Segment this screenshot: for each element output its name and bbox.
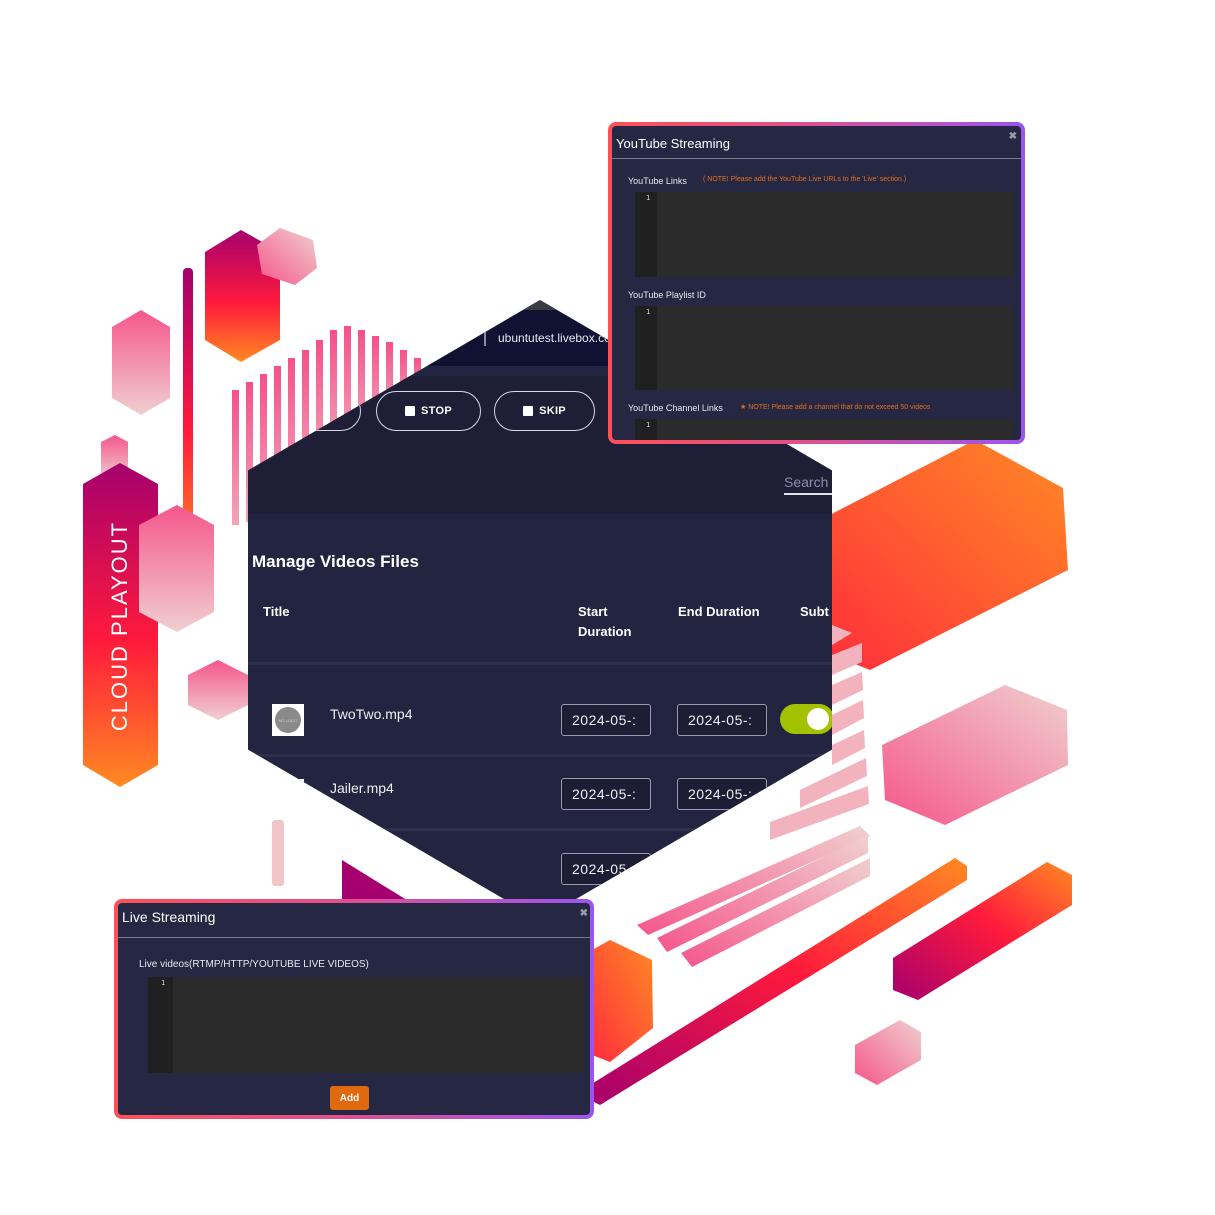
hexagon-shape: [592, 940, 653, 1062]
hexagon-shape: [882, 685, 1068, 825]
skip-button[interactable]: SKIP: [494, 391, 595, 431]
youtube-streaming-modal: YouTube Streaming ✖ YouTube Links ( NOTE…: [608, 122, 1025, 444]
add-button[interactable]: Add: [330, 1086, 369, 1110]
modal-divider: [118, 937, 590, 938]
close-icon[interactable]: ✖: [1009, 131, 1017, 142]
youtube-channel-note: ★ NOTE! Please add a channel that do not…: [740, 403, 930, 411]
section-title: Manage Videos Files: [252, 552, 419, 571]
youtube-links-note: ( NOTE! Please add the YouTube Live URLs…: [703, 176, 907, 183]
hexagon-shape: [188, 660, 248, 720]
line-gutter: [635, 306, 657, 390]
start-datetime-input[interactable]: 2024-05-:: [561, 704, 651, 736]
thumbs-down-icon: ★: [740, 404, 747, 411]
youtube-playlist-editor[interactable]: 1: [635, 306, 1013, 390]
live-videos-label: Live videos(RTMP/HTTP/YOUTUBE LIVE VIDEO…: [139, 959, 369, 970]
youtube-channel-editor[interactable]: 1: [635, 419, 1013, 440]
column-header-start-duration[interactable]: Start Duration: [578, 602, 631, 642]
line-number: 1: [161, 979, 166, 987]
youtube-links-editor[interactable]: 1: [635, 192, 1013, 277]
live-videos-editor[interactable]: 1: [148, 977, 584, 1073]
modal-title: YouTube Streaming: [616, 136, 730, 151]
modal-divider: [612, 158, 1021, 159]
line-gutter: [148, 977, 173, 1073]
toggle-knob: [807, 708, 829, 730]
youtube-playlist-label: YouTube Playlist ID: [628, 290, 706, 300]
video-file-name: TwoTwo.mp4: [330, 706, 413, 722]
stop-icon: [405, 406, 416, 416]
column-header-subtitle[interactable]: Subt: [800, 602, 829, 622]
channel-note-text: NOTE! Please add a channel that do not e…: [748, 404, 931, 411]
line-number: 1: [646, 308, 651, 316]
live-streaming-modal: Live Streaming ✖ Live videos(RTMP/HTTP/Y…: [114, 899, 594, 1119]
modal-title: Live Streaming: [122, 909, 216, 925]
end-datetime-input[interactable]: 2024-05-:: [677, 704, 767, 736]
stop-button[interactable]: STOP: [376, 391, 481, 431]
column-header-start-line1: Start: [578, 604, 608, 619]
column-header-end-duration[interactable]: End Duration: [678, 602, 760, 622]
line-number: 1: [646, 421, 651, 429]
hexagon-shape: [855, 1020, 921, 1085]
start-datetime-input[interactable]: 2024-05-:: [561, 778, 651, 810]
video-thumbnail: NO LOGO: [272, 704, 304, 736]
hexagon-shape: [112, 310, 170, 415]
triangle-shape: [342, 860, 410, 902]
stop-button-label: STOP: [421, 405, 452, 417]
video-file-name: Jailer.mp4: [330, 780, 394, 796]
column-header-start-line2: Duration: [578, 624, 632, 639]
skip-button-label: SKIP: [539, 405, 566, 417]
no-logo-placeholder: NO LOGO: [275, 707, 301, 733]
line-number: 1: [646, 194, 651, 202]
skip-icon: [523, 406, 534, 416]
hexagon-shape: [820, 440, 1068, 670]
close-icon[interactable]: ✖: [580, 908, 588, 919]
subtitle-toggle[interactable]: [780, 704, 832, 734]
line-gutter: [635, 192, 657, 277]
table-divider: [248, 662, 832, 665]
youtube-channel-label: YouTube Channel Links: [628, 403, 723, 413]
youtube-links-label: YouTube Links: [628, 176, 687, 186]
host-name[interactable]: ubuntutest.livebox.co.: [498, 331, 614, 345]
table-divider: [248, 754, 832, 757]
vertical-stick-shape: [272, 820, 284, 886]
brand-vertical-label: CLOUD PLAYOUT: [83, 466, 158, 786]
topbar-divider: [484, 332, 486, 346]
brand-text: CLOUD PLAYOUT: [107, 520, 132, 732]
column-header-title[interactable]: Title: [263, 602, 290, 622]
